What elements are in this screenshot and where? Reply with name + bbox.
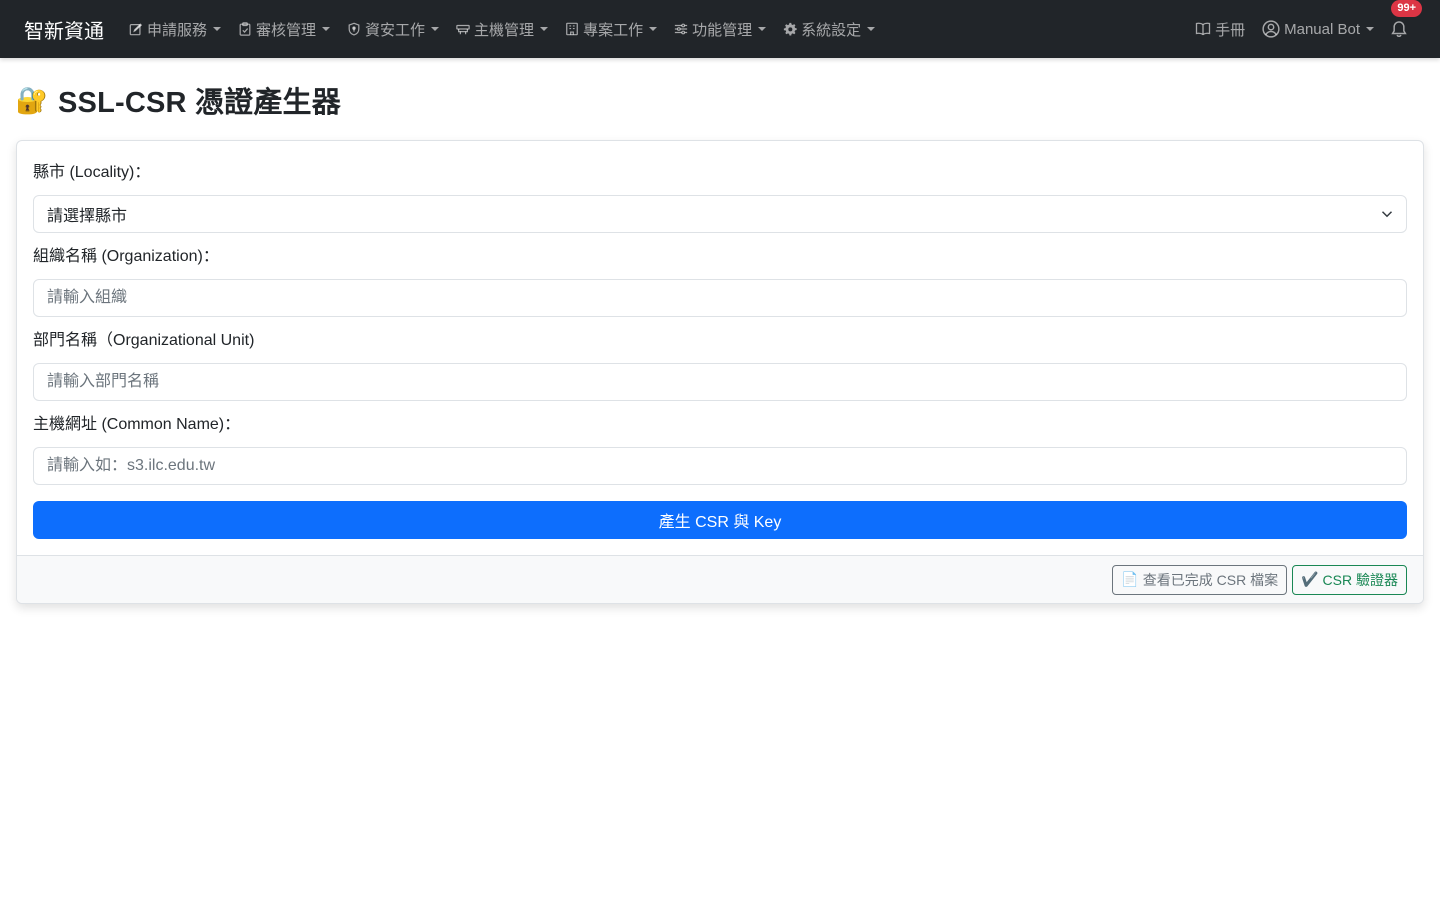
locality-group: 縣市 (Locality)： 請選擇縣市 [33,161,1407,233]
caret-down-icon [540,27,549,31]
page-title-text: SSL-CSR 憑證產生器 [58,87,341,119]
unit-input[interactable] [33,363,1407,401]
menu-label: 系統設定 [801,21,862,39]
menu-label: 審核管理 [256,21,317,39]
bell-icon [1390,20,1408,38]
navbar-right: 手冊 Manual Bot 99+ [1186,0,1422,58]
view-csr-files-label: 查看已完成 CSR 檔案 [1142,571,1279,588]
caret-down-icon [322,27,331,31]
notification-badge: 99+ [1391,0,1422,17]
menu-security-work[interactable]: 資安工作 [338,0,447,58]
chevron-down-icon [1381,211,1393,218]
sliders-icon [673,21,689,37]
locality-label: 縣市 (Locality)： [33,164,151,181]
caret-down-icon [1366,27,1374,31]
organization-group: 組織名稱 (Organization)： [33,245,1407,317]
caret-down-icon [213,27,222,31]
menu-label: 功能管理 [692,21,753,39]
common-name-input[interactable] [33,447,1407,485]
main-menu: 申請服務 審核管理 資安工作 主機管理 專案工作 功能管理 系統設定 [120,0,883,58]
menu-label: 申請服務 [147,21,208,39]
building-icon [564,21,580,37]
organization-label: 組織名稱 (Organization)： [33,248,219,265]
caret-down-icon [867,27,876,31]
menu-label: 資安工作 [365,21,426,39]
unit-group: 部門名稱（Organizational Unit) [33,329,1407,401]
gear-icon [782,21,798,37]
menu-system-settings[interactable]: 系統設定 [774,0,883,58]
brand-logo[interactable]: 智新資通 [24,15,104,44]
manual-link[interactable]: 手冊 [1186,0,1253,58]
top-navbar: 智新資通 申請服務 審核管理 資安工作 主機管理 專案工作 功能管理 系統設定 … [0,0,1440,58]
book-icon [1194,21,1212,37]
check-mark-icon: ✔️ [1301,571,1319,587]
user-name: Manual Bot [1284,20,1360,38]
common-name-label: 主機網址 (Common Name)： [33,416,241,433]
lock-key-icon: 🔐 [15,84,49,115]
menu-project-work[interactable]: 專案工作 [556,0,665,58]
card-footer: 📄 查看已完成 CSR 檔案 ✔️ CSR 驗證器 [17,555,1423,603]
caret-down-icon [649,27,658,31]
csr-validator-button[interactable]: ✔️ CSR 驗證器 [1292,564,1407,595]
menu-review-management[interactable]: 審核管理 [229,0,338,58]
menu-function-management[interactable]: 功能管理 [665,0,774,58]
server-icon [455,21,471,37]
user-menu[interactable]: Manual Bot [1253,0,1382,58]
caret-down-icon [431,27,440,31]
menu-label: 主機管理 [474,21,535,39]
shield-icon [346,21,362,37]
menu-apply-services[interactable]: 申請服務 [120,0,229,58]
organization-input[interactable] [33,279,1407,317]
view-csr-files-button[interactable]: 📄 查看已完成 CSR 檔案 [1112,564,1288,595]
locality-selected-value: 請選擇縣市 [47,208,128,225]
generate-csr-button[interactable]: 產生 CSR 與 Key [33,501,1407,539]
clipboard-check-icon [237,21,253,37]
pencil-square-icon [128,21,144,37]
notifications-button[interactable]: 99+ [1382,0,1422,58]
menu-label: 專案工作 [583,21,644,39]
page-title: 🔐 SSL-CSR 憑證產生器 [16,80,1424,120]
locality-select[interactable]: 請選擇縣市 [33,195,1407,233]
user-circle-icon [1261,20,1281,38]
main-content: 🔐 SSL-CSR 憑證產生器 縣市 (Locality)： 請選擇縣市 組織名… [0,80,1440,604]
menu-host-management[interactable]: 主機管理 [447,0,556,58]
locality-select-wrap: 請選擇縣市 [33,195,1407,233]
csr-form: 縣市 (Locality)： 請選擇縣市 組織名稱 (Organization)… [17,141,1423,555]
manual-label: 手冊 [1215,21,1246,39]
unit-label: 部門名稱（Organizational Unit) [33,332,255,349]
csr-form-card: 縣市 (Locality)： 請選擇縣市 組織名稱 (Organization)… [16,140,1424,604]
csr-validator-label: CSR 驗證器 [1322,571,1398,588]
document-icon: 📄 [1121,571,1139,587]
caret-down-icon [758,27,767,31]
common-name-group: 主機網址 (Common Name)： [33,413,1407,485]
